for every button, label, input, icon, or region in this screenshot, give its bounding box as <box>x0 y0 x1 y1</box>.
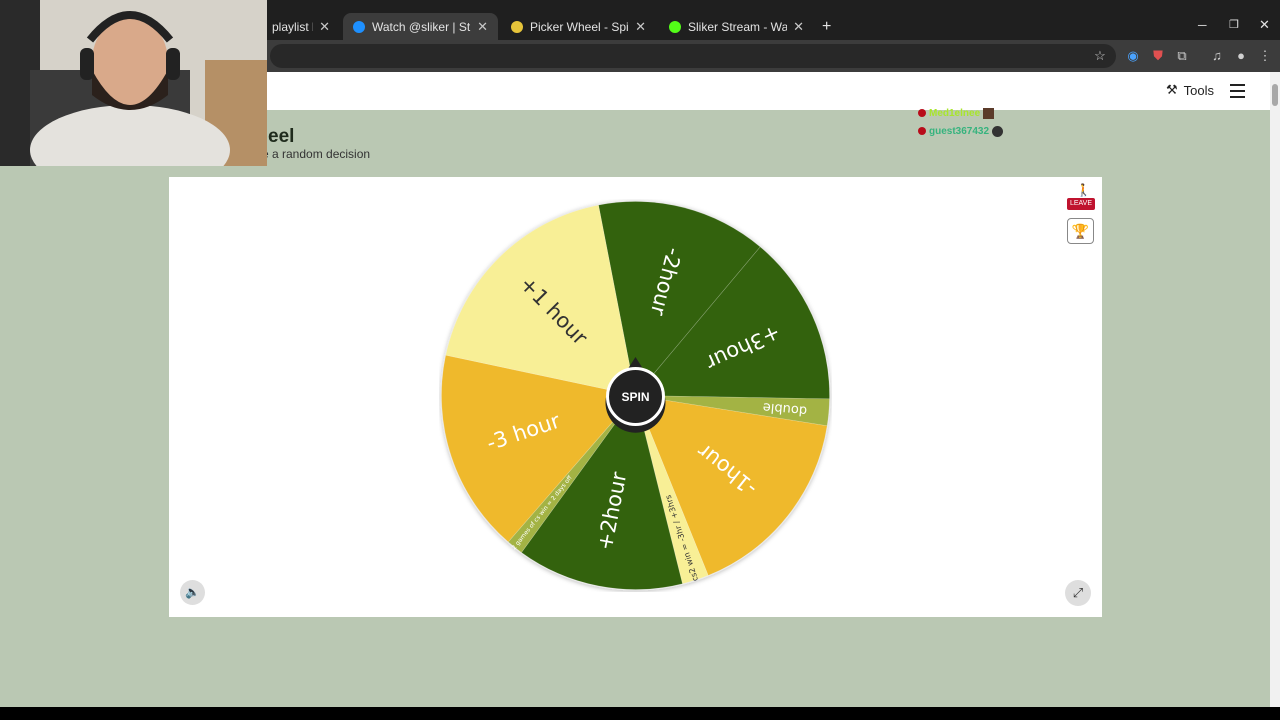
page-subtitle: ke a random decision <box>256 147 371 161</box>
tab-favicon-icon <box>511 20 523 33</box>
extension-icon[interactable]: ⛊ <box>1149 47 1167 65</box>
spin-label: SPIN <box>621 390 649 404</box>
walking-person-icon: 🚶 <box>1076 183 1091 197</box>
tab-title: playlist by its <box>272 19 313 34</box>
restore-icon[interactable]: ❐ <box>1229 18 1239 31</box>
profile-icon[interactable]: ● <box>1232 47 1250 65</box>
sound-toggle-button[interactable]: 🔈 <box>180 580 205 605</box>
minimize-icon[interactable]: ─ <box>1198 18 1207 32</box>
webcam-overlay <box>0 0 267 166</box>
scrollbar-thumb[interactable] <box>1272 84 1278 106</box>
hamburger-menu-icon[interactable] <box>1230 84 1245 98</box>
kick-user-icon[interactable] <box>918 109 926 117</box>
tab-favicon-icon <box>669 20 681 33</box>
presence-username: guest367432 <box>929 125 990 137</box>
tab-close-icon[interactable]: ✕ <box>477 19 488 35</box>
expand-icon: ⤢ <box>1072 585 1084 600</box>
leave-label: LEAVE <box>1067 198 1095 210</box>
browser-tab[interactable]: Picker Wheel - Spin the Wheel t ✕ <box>501 13 656 40</box>
presence-user: guest367432 <box>918 122 1018 140</box>
tab-favicon-icon <box>353 20 365 33</box>
tab-title: Sliker Stream - Watch Live on K <box>688 19 788 34</box>
tools-label: Tools <box>1183 82 1215 98</box>
new-tab-button[interactable]: + <box>822 18 831 36</box>
user-avatar-icon <box>983 107 995 119</box>
tab-close-icon[interactable]: ✕ <box>319 19 330 35</box>
browser-tab[interactable]: playlist by its ✕ <box>262 13 340 40</box>
presence-user: Med1elnee <box>918 104 1018 122</box>
speaker-icon: 🔈 <box>185 585 200 599</box>
tab-title: Watch @sliker | Streamable <box>372 19 471 34</box>
presence-username: Med1elnee <box>929 107 981 119</box>
tools-button[interactable]: ⚒ Tools <box>1166 82 1214 98</box>
audio-icon[interactable]: ◉ <box>1124 47 1142 65</box>
trophy-button[interactable]: 🏆 <box>1067 218 1094 244</box>
browser-tab[interactable]: Sliker Stream - Watch Live on K ✕ <box>659 13 814 40</box>
kick-user-icon[interactable] <box>918 127 926 135</box>
scrollbar-track[interactable] <box>1270 72 1280 707</box>
address-bar[interactable] <box>270 44 1116 68</box>
kebab-menu-icon[interactable]: ⋮ <box>1256 47 1274 65</box>
page-title: eel <box>268 126 295 147</box>
hammer-icon: ⚒ <box>1166 82 1178 97</box>
tab-close-icon[interactable]: ✕ <box>793 19 804 35</box>
presence-list: Med1elnee guest367432 <box>918 96 1018 140</box>
trophy-icon: 🏆 <box>1071 223 1090 239</box>
close-window-icon[interactable]: ✕ <box>1259 17 1270 33</box>
media-icon[interactable]: ♫ <box>1208 47 1226 65</box>
bookmark-star-icon[interactable]: ☆ <box>1091 47 1109 65</box>
tab-title: Picker Wheel - Spin the Wheel t <box>530 19 629 34</box>
tab-close-icon[interactable]: ✕ <box>635 19 646 35</box>
leave-button[interactable]: 🚶 LEAVE <box>1067 183 1095 211</box>
user-avatar-icon <box>992 125 1004 137</box>
picker-wheel[interactable]: -2hour+3hourdouble-1hourcs2 win = -3hr /… <box>439 199 832 592</box>
browser-tab[interactable]: Watch @sliker | Streamable ✕ <box>343 13 498 40</box>
fullscreen-button[interactable]: ⤢ <box>1065 580 1091 606</box>
puzzle-icon[interactable]: ⧉ <box>1173 47 1191 65</box>
